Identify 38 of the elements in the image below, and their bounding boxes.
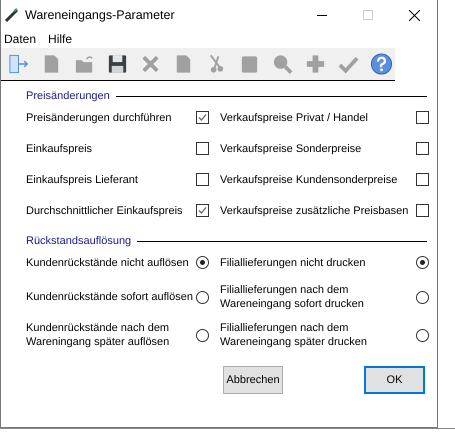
radio-button[interactable] — [196, 290, 209, 304]
checkbox[interactable] — [196, 142, 209, 155]
section-heading: Preisänderungen — [26, 90, 427, 102]
option-label: Kundenrückstände nach dem Wareningang später auflösen — [26, 321, 170, 349]
checkbox[interactable] — [416, 204, 429, 217]
checkbox[interactable] — [416, 173, 429, 186]
checkbox[interactable] — [196, 204, 209, 217]
option-label: Kundenrückstände nicht auflösen — [26, 256, 189, 270]
option-label: Kundenrückstände sofort auflösen — [26, 290, 193, 304]
checkbox[interactable] — [196, 111, 209, 124]
checkbox[interactable] — [416, 111, 429, 124]
section-heading: Rückstandsauflösung — [26, 235, 427, 247]
menu-item[interactable]: Daten — [4, 32, 36, 46]
close-icon[interactable] — [408, 10, 420, 20]
option-label: Filiallieferungen nach dem Wareneingang später drucken — [220, 321, 368, 349]
radio-button[interactable] — [196, 328, 209, 342]
option-label: Durchschnittlicher Einkaufspreis — [26, 204, 184, 218]
option-label: Einkaufspreis Lieferant — [26, 172, 139, 188]
option-label: Filiallieferungen nach dem Wareneingang sofort drucken — [220, 283, 365, 311]
minimize-icon[interactable] — [317, 14, 327, 16]
menu-item[interactable]: Hilfe — [48, 32, 72, 46]
option-label: Verkaufspreise Kundensonderpreise — [220, 172, 398, 188]
radio-button[interactable] — [416, 328, 429, 342]
dialog-button[interactable]: OK — [364, 366, 425, 394]
option-label: Verkaufspreise zusätzliche Preisbasen — [220, 204, 410, 218]
window-title: Wareneingangs-Parameter — [25, 8, 176, 22]
option-label: Verkaufspreise Privat / Handel — [220, 110, 369, 126]
app-icon — [5, 8, 19, 22]
option-label: Verkaufspreise Sonderpreise — [220, 142, 362, 156]
checkbox[interactable] — [416, 142, 429, 155]
radio-button[interactable] — [196, 256, 209, 269]
dialog-button[interactable]: Abbrechen — [223, 366, 283, 394]
radio-button[interactable] — [416, 290, 429, 304]
radio-button[interactable] — [416, 256, 429, 269]
option-label: Preisänderungen durchführen — [26, 110, 173, 126]
option-label: Einkaufspreis — [26, 142, 94, 156]
option-label: Filiallieferungen nicht drucken — [220, 256, 366, 270]
checkbox[interactable] — [196, 173, 209, 186]
